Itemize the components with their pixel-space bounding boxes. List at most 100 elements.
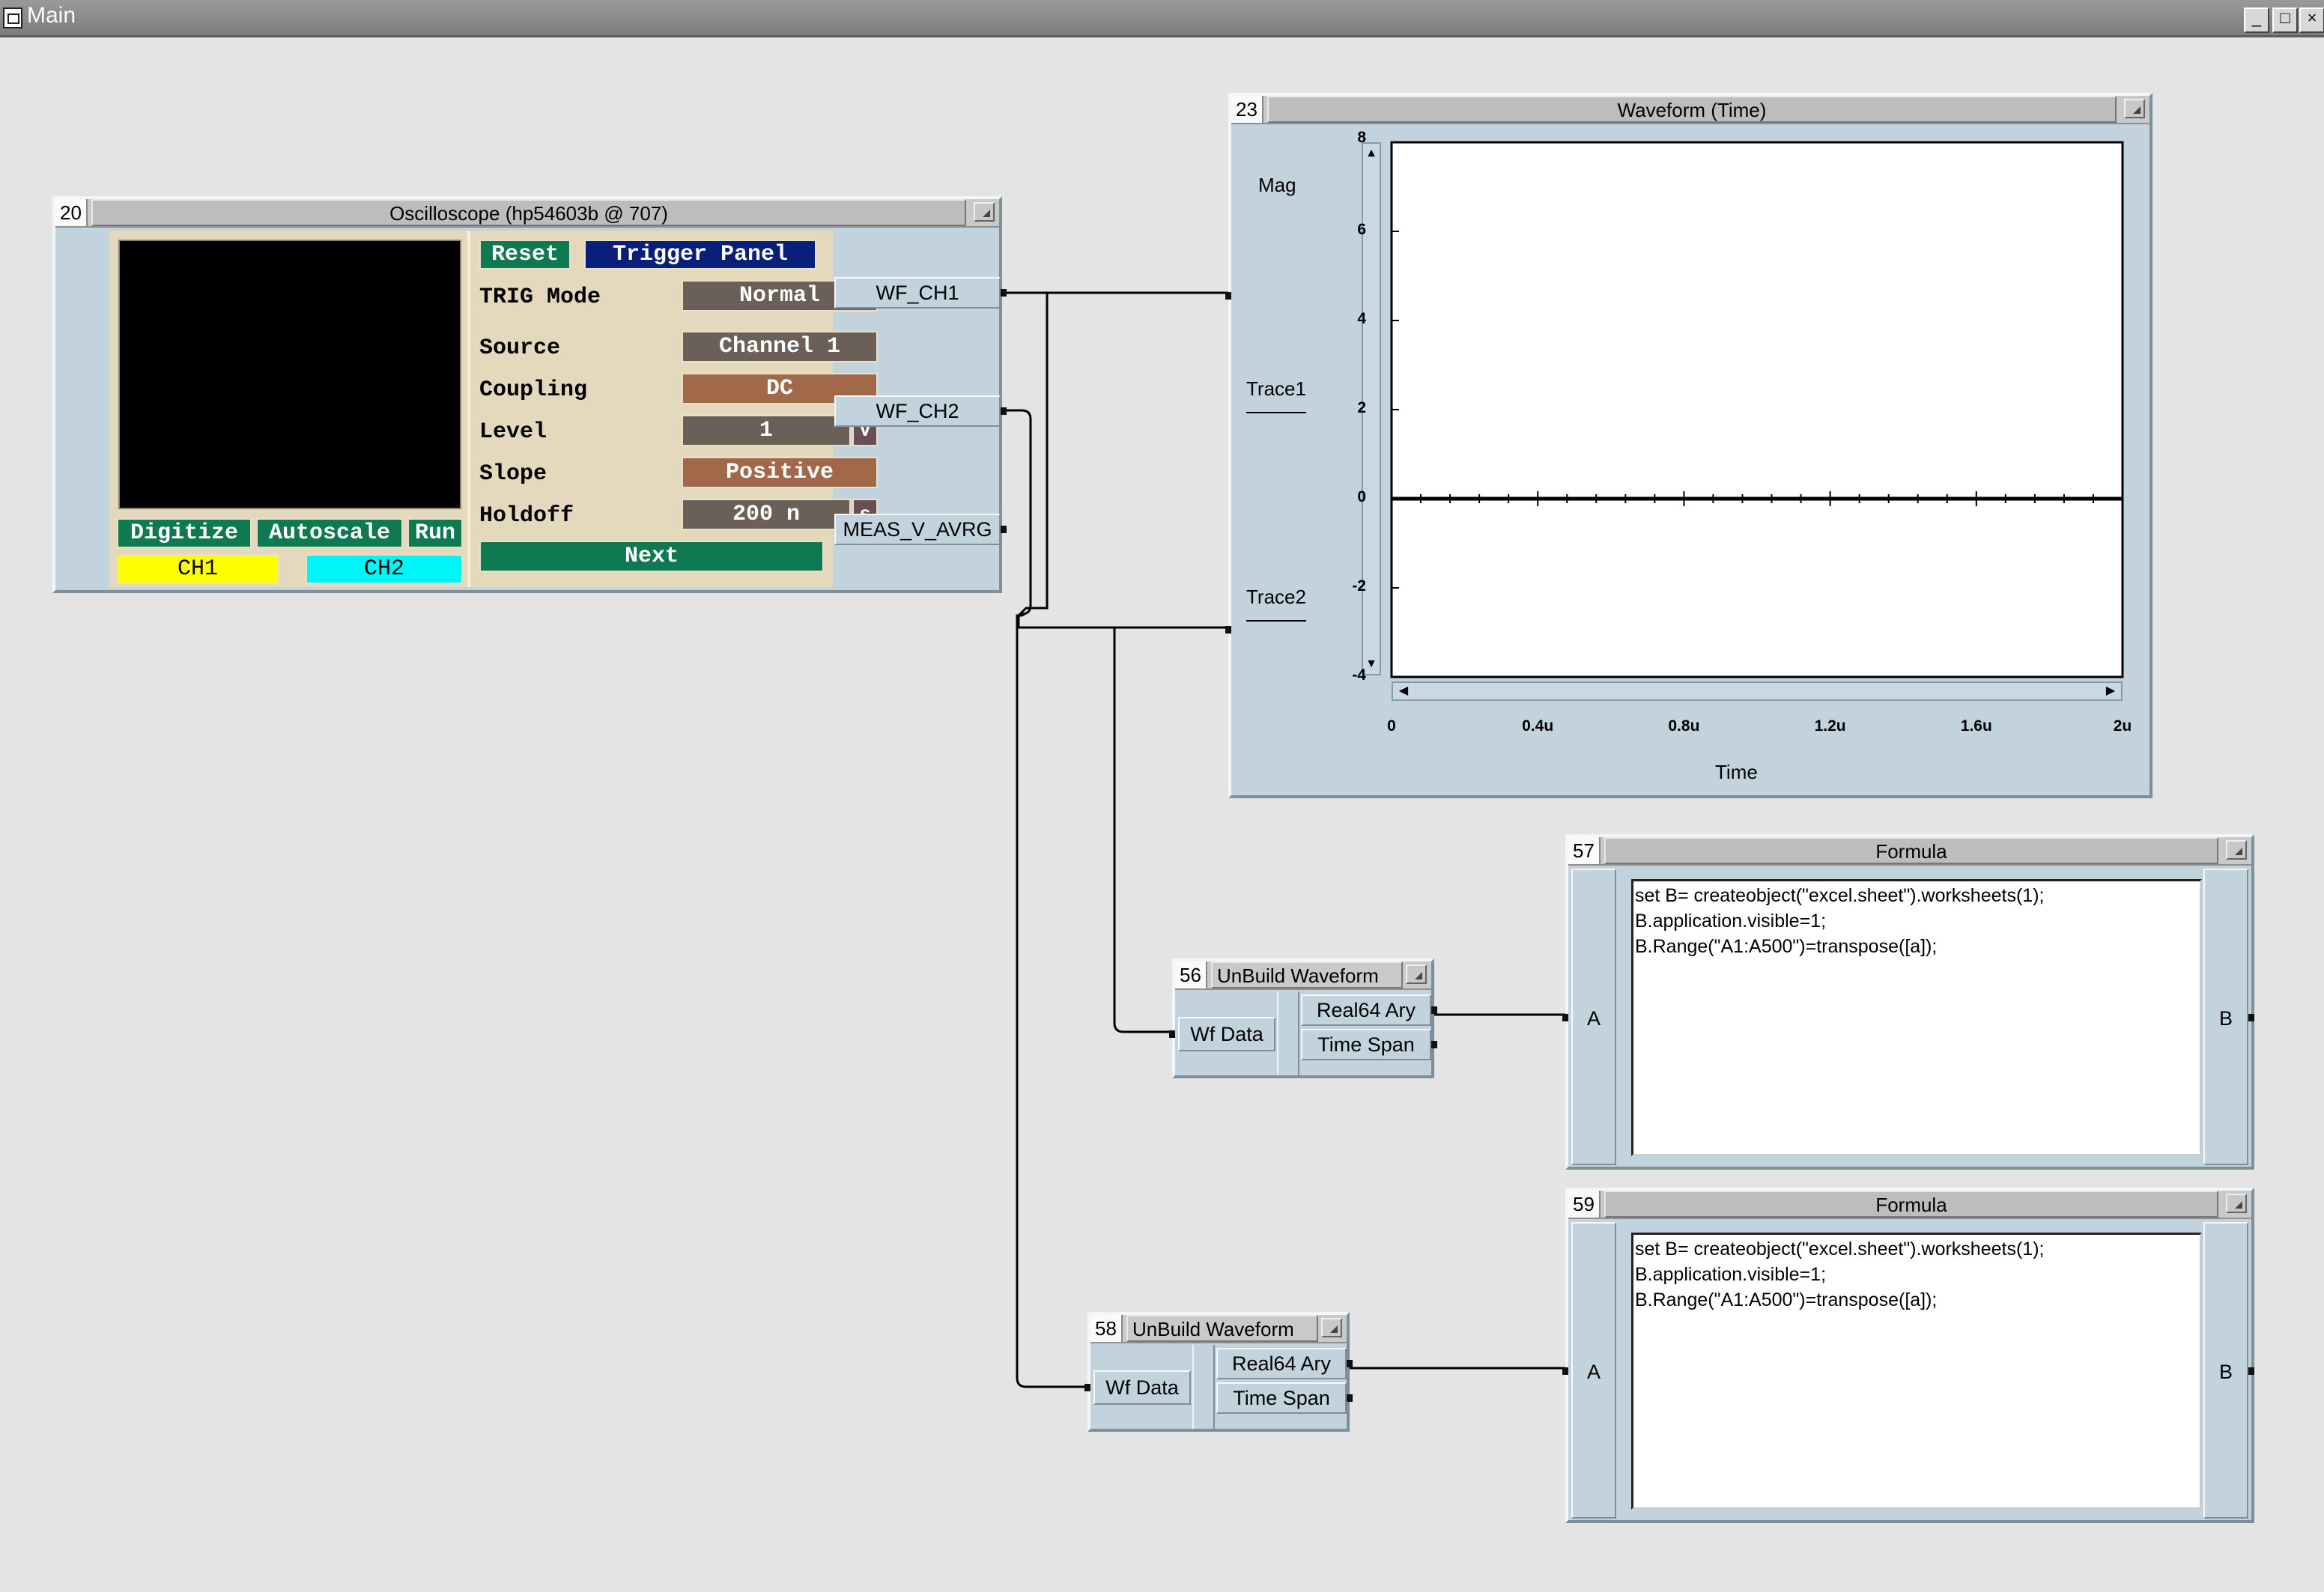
formula-code[interactable]: set B= createobject("excel.sheet").works… xyxy=(1635,883,2044,959)
output-pin-real64-ary[interactable]: Real64 Ary xyxy=(1301,994,1431,1026)
unbuild-title: UnBuild Waveform xyxy=(1126,1315,1318,1342)
pin-tab xyxy=(1431,1041,1437,1048)
y-tick-label: 4 xyxy=(1357,310,1366,327)
source-field[interactable]: Channel 1 xyxy=(682,331,878,362)
object-menu-button[interactable] xyxy=(2226,840,2247,860)
y-tick-label: 6 xyxy=(1357,221,1366,238)
y-tick-label: 8 xyxy=(1357,129,1366,146)
output-pin-wf-ch1[interactable]: WF_CH1 xyxy=(834,277,1001,309)
pin-tab xyxy=(1225,292,1231,300)
run-button[interactable]: Run xyxy=(407,518,463,548)
object-number: 20 xyxy=(55,199,88,226)
panel-divider xyxy=(467,231,470,587)
waveform-plot[interactable]: 8 6 4 2 0 -2 -4 0 0.4u 0.8u 1.2u 1.6u 2u xyxy=(1231,96,2149,795)
plot-area xyxy=(1390,141,2124,678)
output-pin-wf-ch2[interactable]: WF_CH2 xyxy=(834,395,1001,427)
output-pin-b[interactable]: B xyxy=(2203,869,2248,1165)
object-number: 58 xyxy=(1090,1315,1123,1342)
trig-mode-label: TRIG Mode xyxy=(479,285,601,310)
pin-tab xyxy=(1431,1006,1437,1014)
wire-to-unbuild1 xyxy=(1113,628,1172,1033)
unbuild-title-bar[interactable]: 58 UnBuild Waveform xyxy=(1090,1315,1347,1343)
unbuild-body xyxy=(1277,991,1299,1075)
oscilloscope-title: Oscilloscope (hp54603b @ 707) xyxy=(91,199,966,226)
x-axis-label: Time xyxy=(1715,761,1758,783)
pin-tab xyxy=(1562,1367,1568,1375)
ch1-button[interactable]: CH1 xyxy=(117,554,279,584)
waveform-object[interactable]: 23 Waveform (Time) Mag Trace1 Trace2 ▲ ▼… xyxy=(1225,93,2152,798)
output-pin-time-span[interactable]: Time Span xyxy=(1216,1382,1347,1414)
y-tick-label: -2 xyxy=(1352,577,1366,595)
slope-label: Slope xyxy=(479,461,547,487)
x-tick-label: 2u xyxy=(2114,717,2132,735)
object-number: 57 xyxy=(1568,837,1601,864)
pin-tab xyxy=(1225,626,1231,634)
formula-title: Formula xyxy=(1604,1191,2218,1218)
formula-59[interactable]: 59 Formula A set B= createobject("excel.… xyxy=(1562,1188,2254,1523)
level-label: Level xyxy=(479,419,547,445)
source-label: Source xyxy=(479,335,561,361)
pin-tab xyxy=(2248,1367,2254,1375)
slope-field[interactable]: Positive xyxy=(682,457,878,488)
y-tick-label: -4 xyxy=(1352,666,1366,684)
x-tick-label: 0 xyxy=(1387,717,1396,735)
output-pin-real64-ary[interactable]: Real64 Ary xyxy=(1216,1348,1347,1379)
output-pin-b[interactable]: B xyxy=(2203,1222,2248,1519)
unbuild-waveform-58[interactable]: 58 UnBuild Waveform Wf Data Real64 Ary T… xyxy=(1084,1312,1353,1432)
unbuild-title: UnBuild Waveform xyxy=(1211,961,1403,988)
formula-title: Formula xyxy=(1604,837,2218,864)
formula-code[interactable]: set B= createobject("excel.sheet").works… xyxy=(1635,1236,2044,1313)
ch2-button[interactable]: CH2 xyxy=(306,554,463,584)
y-tick-label: 0 xyxy=(1357,488,1366,505)
formula-title-bar[interactable]: 57 Formula xyxy=(1568,837,2251,866)
scope-display xyxy=(118,240,461,509)
object-menu-button[interactable] xyxy=(1406,964,1427,984)
input-pin-a[interactable]: A xyxy=(1571,1222,1616,1519)
coupling-label: Coupling xyxy=(479,377,588,403)
unbuild-title-bar[interactable]: 56 UnBuild Waveform xyxy=(1175,961,1431,990)
formula-editor[interactable]: set B= createobject("excel.sheet").works… xyxy=(1631,1233,2202,1510)
object-number: 59 xyxy=(1568,1191,1601,1218)
level-field[interactable]: 1 xyxy=(682,415,851,446)
formula-editor[interactable]: set B= createobject("excel.sheet").works… xyxy=(1631,879,2202,1156)
object-number: 56 xyxy=(1175,961,1207,988)
holdoff-label: Holdoff xyxy=(479,503,574,529)
oscilloscope-object[interactable]: 20 Oscilloscope (hp54603b @ 707) Digitiz… xyxy=(52,196,1007,593)
x-tick-label: 0.4u xyxy=(1522,717,1553,735)
x-tick-label: 1.2u xyxy=(1815,717,1846,735)
pin-tab xyxy=(1169,1030,1175,1038)
object-menu-button[interactable] xyxy=(2226,1194,2247,1213)
pin-tab xyxy=(1347,1394,1353,1402)
holdoff-field[interactable]: 200 n xyxy=(682,499,851,530)
input-pin-a[interactable]: A xyxy=(1571,869,1616,1165)
pin-tab xyxy=(1001,289,1007,297)
reset-button[interactable]: Reset xyxy=(479,240,571,270)
wire-wfch2 xyxy=(1004,409,1087,1388)
pin-tab xyxy=(1562,1014,1568,1021)
object-menu-button[interactable] xyxy=(1321,1318,1342,1337)
pin-tab xyxy=(1001,526,1007,533)
wire-wfch1-trace2 xyxy=(1004,291,1228,629)
formula-title-bar[interactable]: 59 Formula xyxy=(1568,1191,2251,1219)
unbuild-body xyxy=(1192,1345,1215,1429)
input-pin-wf-data[interactable]: Wf Data xyxy=(1093,1370,1191,1405)
object-menu-button[interactable] xyxy=(974,202,995,222)
oscilloscope-title-bar[interactable]: 20 Oscilloscope (hp54603b @ 707) xyxy=(55,199,999,228)
pin-tab xyxy=(1001,407,1007,415)
scope-panel: Digitize Autoscale Run CH1 CH2 Reset Tri… xyxy=(109,231,878,587)
pin-tab xyxy=(1347,1360,1353,1367)
input-pin-wf-data[interactable]: Wf Data xyxy=(1178,1017,1275,1051)
y-tick-label: 2 xyxy=(1357,399,1366,416)
trigger-panel-button[interactable]: Trigger Panel xyxy=(584,240,816,270)
x-tick-label: 0.8u xyxy=(1668,717,1699,735)
x-tick-label: 1.6u xyxy=(1961,717,1992,735)
autoscale-button[interactable]: Autoscale xyxy=(256,518,403,548)
formula-57[interactable]: 57 Formula A set B= createobject("excel.… xyxy=(1562,834,2254,1170)
pin-tab xyxy=(2248,1014,2254,1021)
output-pin-time-span[interactable]: Time Span xyxy=(1301,1029,1431,1060)
next-button[interactable]: Next xyxy=(479,541,824,572)
pin-tab xyxy=(1084,1384,1090,1391)
output-pin-meas-v-avrg[interactable]: MEAS_V_AVRG xyxy=(834,514,1001,545)
digitize-button[interactable]: Digitize xyxy=(117,518,252,548)
unbuild-waveform-56[interactable]: 56 UnBuild Waveform Wf Data Real64 Ary T… xyxy=(1169,958,1437,1078)
